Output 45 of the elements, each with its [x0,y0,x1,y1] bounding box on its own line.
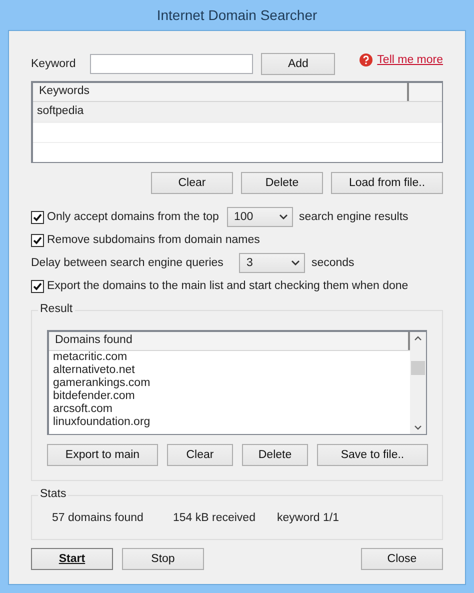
list-item[interactable]: arcsoft.com [49,403,410,416]
list-item[interactable]: bitdefender.com [49,390,410,403]
window-title: Internet Domain Searcher [156,6,318,25]
option-label: seconds [311,257,354,269]
checkbox-label[interactable]: Remove subdomains from domain names [47,234,260,246]
button[interactable]: Start [31,548,113,570]
stat-text: keyword 1/1 [277,512,340,524]
button[interactable]: Stop [122,548,204,570]
help-icon [359,53,374,67]
stat-text: 154 kB received [173,512,256,524]
help-link[interactable]: Tell me more [377,54,443,66]
list-item[interactable]: alternativeto.net [49,364,410,377]
list-item[interactable]: metacritic.com [49,351,410,364]
group-title: Result [38,303,75,315]
field-label: Keyword [31,58,76,70]
dropdown[interactable]: 3 [239,253,306,273]
checkbox[interactable] [31,234,44,246]
chevron-down-icon [278,214,288,220]
button[interactable]: Delete [242,444,308,466]
button[interactable]: Load from file.. [331,172,443,194]
add-button[interactable]: Add [261,53,336,75]
option-label: search engine results [298,211,408,223]
button[interactable]: Export to main [47,444,158,466]
list-item[interactable]: linuxfoundation.org [49,416,410,429]
list-item[interactable]: gamerankings.com [49,377,410,390]
chevron-down-icon [291,260,300,266]
chevron-up-icon[interactable] [414,336,422,341]
button[interactable]: Clear [151,172,233,194]
scrollbar[interactable] [410,332,426,434]
option-label: Delay between search engine queries [31,257,224,269]
dropdown[interactable]: 100 [226,207,293,227]
button[interactable]: Clear [167,444,233,466]
button[interactable]: Save to file.. [317,444,428,466]
stat-text: 57 domains found [52,512,144,524]
checkbox-label[interactable]: Only accept domains from the top [47,211,219,223]
keyword-field[interactable] [90,54,254,74]
button[interactable]: Delete [241,172,323,194]
list-item[interactable]: softpedia [33,102,442,122]
checkbox-label[interactable]: Export the domains to the main list and start checking them when done [47,280,408,292]
scroll-thumb[interactable] [411,361,425,375]
checkbox[interactable] [31,280,44,292]
group-title: Stats [38,488,68,500]
chevron-down-icon[interactable] [414,425,422,430]
button[interactable]: Close [361,548,443,570]
checkbox[interactable] [31,210,44,224]
